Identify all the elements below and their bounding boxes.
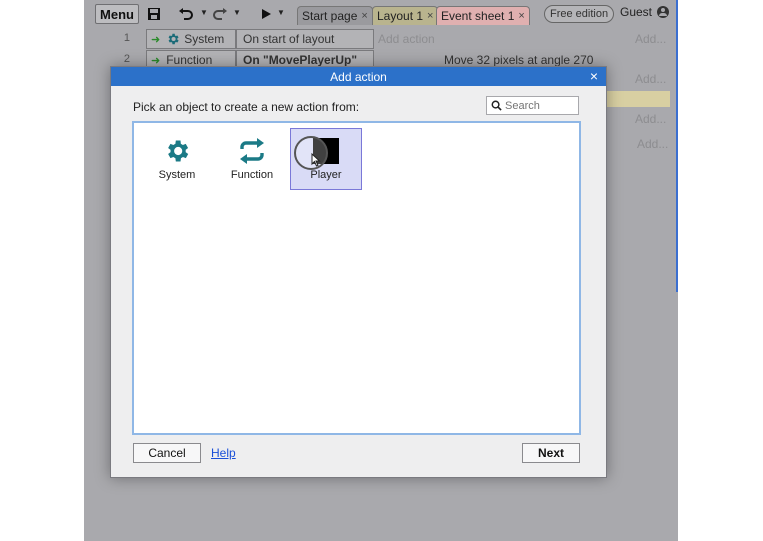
close-icon[interactable]: × <box>361 10 367 22</box>
save-icon[interactable] <box>144 4 164 24</box>
undo-icon[interactable] <box>176 4 196 24</box>
free-edition-badge[interactable]: Free edition <box>544 5 615 23</box>
tab-label: Layout 1 <box>377 9 424 23</box>
next-button[interactable]: Next <box>522 443 580 463</box>
mouse-cursor-icon <box>311 153 321 167</box>
dialog-titlebar: Add action × <box>111 67 606 86</box>
object-function[interactable]: Function <box>217 129 287 189</box>
close-icon[interactable]: × <box>518 10 524 22</box>
event-number: 1 <box>123 32 130 44</box>
tab-layout-1[interactable]: Layout 1 × <box>372 6 439 25</box>
user-name: Guest <box>620 5 653 19</box>
search-box[interactable] <box>486 96 579 115</box>
add-link[interactable]: Add... <box>637 137 668 151</box>
event-arrow-icon: ➜ <box>151 54 161 67</box>
event-number: 2 <box>123 53 130 65</box>
dialog-prompt: Pick an object to create a new action fr… <box>133 100 360 114</box>
main-toolbar: Menu ▼ ▼ ▼ Start page × Layout 1 × Event s… <box>84 0 678 28</box>
cancel-button[interactable]: Cancel <box>133 443 201 463</box>
play-dropdown-icon[interactable]: ▼ <box>277 8 285 17</box>
object-label: System <box>158 169 196 181</box>
object-label: Player <box>310 169 342 181</box>
condition-text[interactable]: On start of layout <box>236 29 374 49</box>
function-arrows-icon <box>240 138 264 164</box>
user-avatar-icon <box>657 6 670 18</box>
add-action-link[interactable]: Add action <box>378 32 435 46</box>
dialog-title: Add action <box>330 69 387 84</box>
object-label: Function <box>230 169 274 181</box>
object-player[interactable]: Player <box>290 128 362 190</box>
object-system[interactable]: System <box>142 129 212 189</box>
tab-event-sheet-1[interactable]: Event sheet 1 × <box>436 6 530 25</box>
tab-label: Start page <box>302 9 358 23</box>
close-icon[interactable]: × <box>590 68 598 85</box>
search-icon <box>491 100 502 111</box>
redo-dropdown-icon[interactable]: ▼ <box>233 8 241 17</box>
add-link[interactable]: Add... <box>635 72 666 86</box>
window-edge-accent <box>676 0 678 292</box>
redo-icon[interactable] <box>210 4 230 24</box>
condition-object[interactable]: ➜ System <box>146 29 236 49</box>
undo-dropdown-icon[interactable]: ▼ <box>200 8 208 17</box>
add-link[interactable]: Add... <box>635 32 666 46</box>
help-link[interactable]: Help <box>211 446 236 460</box>
user-account[interactable]: Guest <box>620 5 670 19</box>
condition-object-name: System <box>184 32 225 46</box>
tab-label: Event sheet 1 <box>441 9 515 23</box>
event-row[interactable]: 1 ➜ System On start of layout Add action… <box>84 29 678 49</box>
menu-button[interactable]: Menu <box>95 4 139 24</box>
gear-icon <box>168 33 179 45</box>
tab-start-page[interactable]: Start page × <box>297 6 373 25</box>
add-action-dialog: Add action × Pick an object to create a … <box>110 66 607 478</box>
add-link[interactable]: Add... <box>635 112 666 126</box>
action-text[interactable]: Move 32 pixels at angle 270 <box>444 53 593 67</box>
object-list: System Function Player <box>132 121 581 435</box>
condition-object-name: Function <box>166 53 213 67</box>
close-icon[interactable]: × <box>427 10 433 22</box>
gear-icon <box>168 140 189 162</box>
play-icon[interactable] <box>256 4 276 24</box>
event-arrow-icon: ➜ <box>151 33 161 46</box>
search-input[interactable] <box>505 99 575 112</box>
